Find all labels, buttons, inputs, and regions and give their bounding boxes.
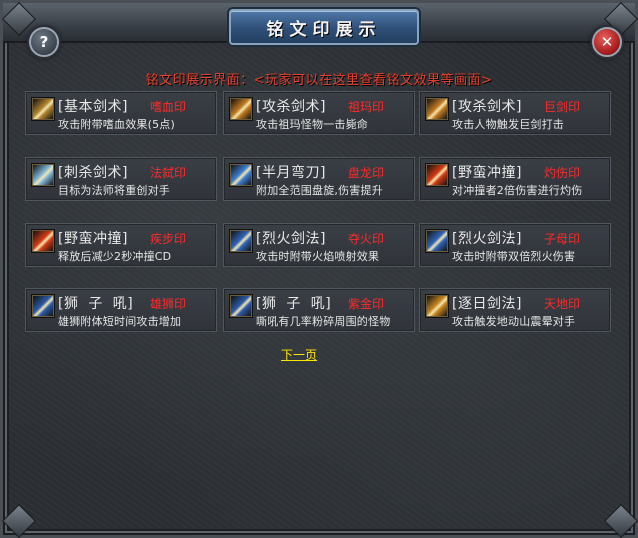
charge-icon bbox=[426, 164, 448, 186]
seal-name: 天地印 bbox=[544, 297, 581, 311]
skill-name: [野蛮冲撞] bbox=[58, 231, 128, 247]
inscription-card[interactable]: [野蛮冲撞] 灼伤印对冲撞者2倍伤害进行灼伤 bbox=[419, 157, 611, 201]
title-plate: 铭文印展示 bbox=[229, 9, 419, 45]
skill-name: [逐日剑法] bbox=[452, 296, 522, 312]
skill-name: [野蛮冲撞] bbox=[452, 165, 522, 181]
frame-ornament bbox=[2, 504, 36, 538]
seal-description: 雄狮附体短时间攻击增加 bbox=[58, 315, 182, 328]
seal-description: 攻击时附带双倍烈火伤害 bbox=[452, 250, 576, 263]
roar-icon bbox=[32, 295, 54, 317]
inscription-window: 铭文印展示 ? ✕ 铭文印展示界面：<玩家可以在这里查看铭文效果等画面> [基本… bbox=[0, 0, 638, 538]
seal-name: 巨剑印 bbox=[544, 100, 581, 114]
slash-icon bbox=[426, 98, 448, 120]
skill-name: [攻杀剑术] bbox=[256, 99, 326, 115]
skill-name: [狮 子 吼] bbox=[58, 296, 134, 312]
seal-description: 嘶吼有几率粉碎周围的怪物 bbox=[256, 315, 391, 328]
seal-description: 攻击人物触发巨剑打击 bbox=[452, 118, 564, 131]
skill-name: [烈火剑法] bbox=[256, 231, 326, 247]
charge-icon bbox=[32, 230, 54, 252]
seal-name: 子母印 bbox=[544, 232, 581, 246]
inscription-card[interactable]: [攻杀剑术] 巨剑印攻击人物触发巨剑打击 bbox=[419, 91, 611, 135]
inscription-card[interactable]: [烈火剑法] 夺火印攻击时附带火焰喷射效果 bbox=[223, 223, 415, 267]
seal-name: 疾步印 bbox=[150, 232, 187, 246]
sun-sword-icon bbox=[426, 295, 448, 317]
seal-description: 攻击附带嗜血效果(5点) bbox=[58, 118, 175, 131]
skill-name: [狮 子 吼] bbox=[256, 296, 332, 312]
seal-description: 攻击时附带火焰喷射效果 bbox=[256, 250, 380, 263]
seal-name: 夺火印 bbox=[348, 232, 385, 246]
fire-sword-icon bbox=[426, 230, 448, 252]
inscription-card[interactable]: [半月弯刀] 盘龙印附加全范围盘旋,伤害提升 bbox=[223, 157, 415, 201]
seal-description: 目标为法师将重创对手 bbox=[58, 184, 170, 197]
skill-name: [半月弯刀] bbox=[256, 165, 326, 181]
inscription-card[interactable]: [狮 子 吼] 雄狮印雄狮附体短时间攻击增加 bbox=[25, 288, 217, 332]
seal-name: 盘龙印 bbox=[348, 166, 385, 180]
inscription-card[interactable]: [攻杀剑术] 祖玛印攻击祖玛怪物一击毙命 bbox=[223, 91, 415, 135]
frame-ornament bbox=[604, 504, 638, 538]
seal-name: 灼伤印 bbox=[544, 166, 581, 180]
fire-sword-icon bbox=[230, 230, 252, 252]
inscription-card[interactable]: [基本剑术] 嗜血印攻击附带嗜血效果(5点) bbox=[25, 91, 217, 135]
seal-description: 攻击触发地动山震晕对手 bbox=[452, 315, 576, 328]
inscription-card[interactable]: [烈火剑法] 子母印攻击时附带双倍烈火伤害 bbox=[419, 223, 611, 267]
inscription-card[interactable]: [刺杀剑术] 法弑印目标为法师将重创对手 bbox=[25, 157, 217, 201]
inscription-card[interactable]: [狮 子 吼] 紫金印嘶吼有几率粉碎周围的怪物 bbox=[223, 288, 415, 332]
close-button[interactable]: ✕ bbox=[592, 27, 622, 57]
seal-description: 攻击祖玛怪物一击毙命 bbox=[256, 118, 368, 131]
skill-name: [攻杀剑术] bbox=[452, 99, 522, 115]
sword-icon bbox=[32, 98, 54, 120]
seal-description: 对冲撞者2倍伤害进行灼伤 bbox=[452, 184, 583, 197]
window-title: 铭文印展示 bbox=[266, 20, 382, 40]
seal-name: 嗜血印 bbox=[150, 100, 187, 114]
thrust-icon bbox=[32, 164, 54, 186]
seal-name: 紫金印 bbox=[348, 297, 385, 311]
seal-description: 释放后减少2秒冲撞CD bbox=[58, 250, 172, 263]
seal-name: 雄狮印 bbox=[150, 297, 187, 311]
seal-name: 法弑印 bbox=[150, 166, 187, 180]
skill-name: [烈火剑法] bbox=[452, 231, 522, 247]
crescent-icon bbox=[230, 164, 252, 186]
next-page-link[interactable]: 下一页 bbox=[281, 346, 317, 363]
page-subtitle: 铭文印展示界面：<玩家可以在这里查看铭文效果等画面> bbox=[145, 73, 493, 88]
inscription-card[interactable]: [野蛮冲撞] 疾步印释放后减少2秒冲撞CD bbox=[25, 223, 217, 267]
seal-name: 祖玛印 bbox=[348, 100, 385, 114]
inscription-card[interactable]: [逐日剑法] 天地印攻击触发地动山震晕对手 bbox=[419, 288, 611, 332]
seal-description: 附加全范围盘旋,伤害提升 bbox=[256, 184, 383, 197]
help-button[interactable]: ? bbox=[29, 27, 59, 57]
skill-name: [刺杀剑术] bbox=[58, 165, 128, 181]
slash-icon bbox=[230, 98, 252, 120]
roar-icon bbox=[230, 295, 252, 317]
skill-name: [基本剑术] bbox=[58, 99, 128, 115]
